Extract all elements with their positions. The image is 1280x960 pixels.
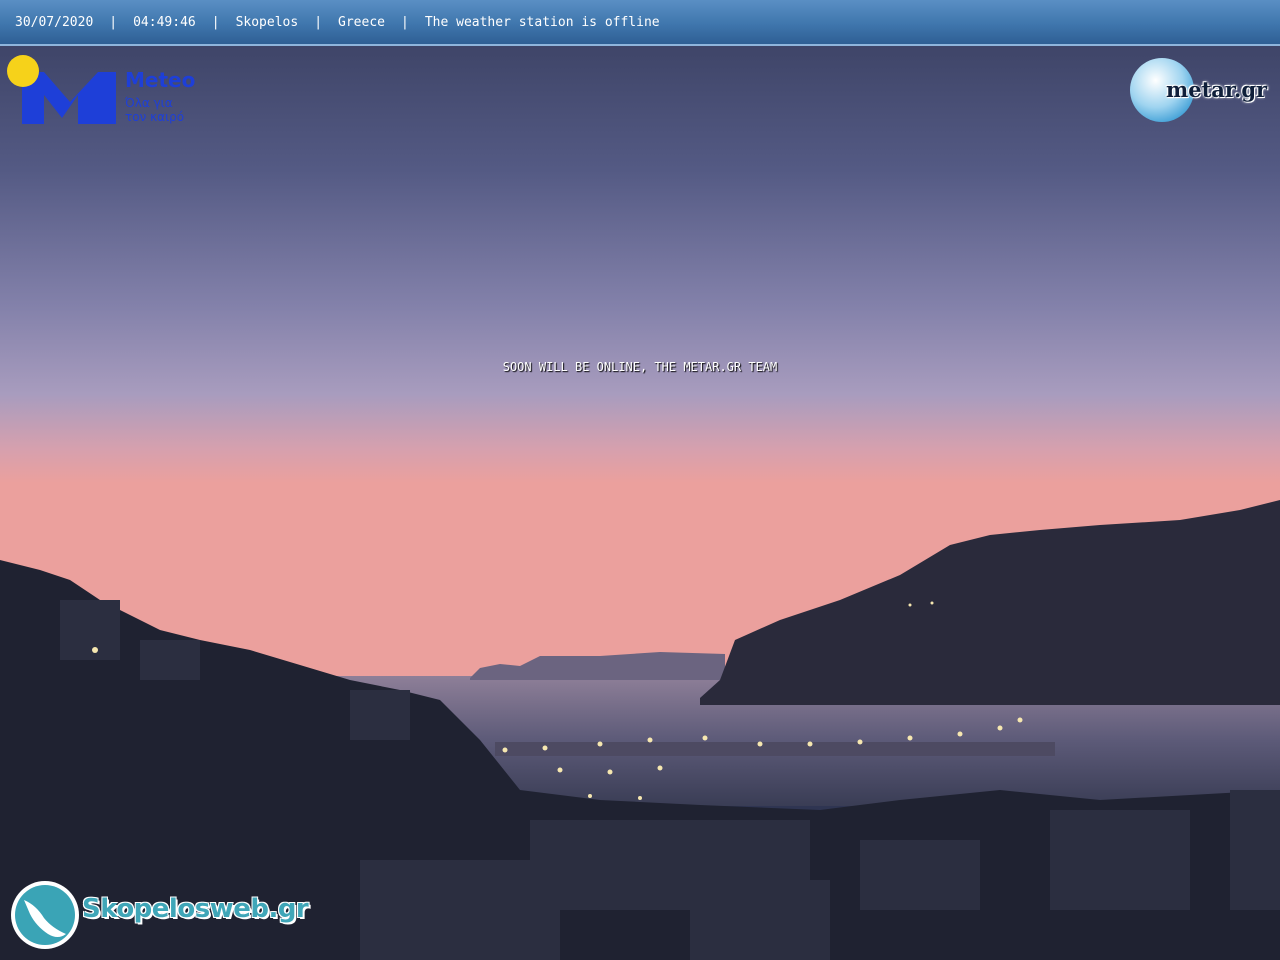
- separator: |: [314, 14, 323, 30]
- meteo-logo-name: Meteo: [125, 68, 196, 92]
- separator: |: [211, 14, 220, 30]
- skopelosweb-logo-text: Skopelosweb.gr: [82, 894, 309, 924]
- meteo-logo-tagline: Όλα για τον καιρό: [125, 96, 215, 124]
- offline-message: SOON WILL BE ONLINE, THE METAR.GR TEAM: [502, 360, 778, 374]
- date-text: 30/07/2020: [15, 14, 94, 30]
- location-text: Skopelos: [235, 14, 299, 30]
- separator: |: [109, 14, 118, 30]
- meteo-tagline-line2: τον καιρό: [125, 110, 185, 124]
- info-bar: 30/07/2020 | 04:49:46 | Skopelos | Greec…: [0, 0, 1280, 46]
- meteo-tagline-line1: Όλα για: [125, 96, 173, 110]
- separator: |: [400, 14, 409, 30]
- metar-logo-text: metar.gr: [1166, 77, 1268, 102]
- status-text: The weather station is offline: [424, 14, 660, 30]
- country-text: Greece: [338, 14, 385, 30]
- time-text: 04:49:46: [133, 14, 196, 30]
- skopelos-island-icon: [11, 881, 79, 949]
- webcam-image: [0, 0, 1280, 960]
- pier: [495, 742, 1055, 756]
